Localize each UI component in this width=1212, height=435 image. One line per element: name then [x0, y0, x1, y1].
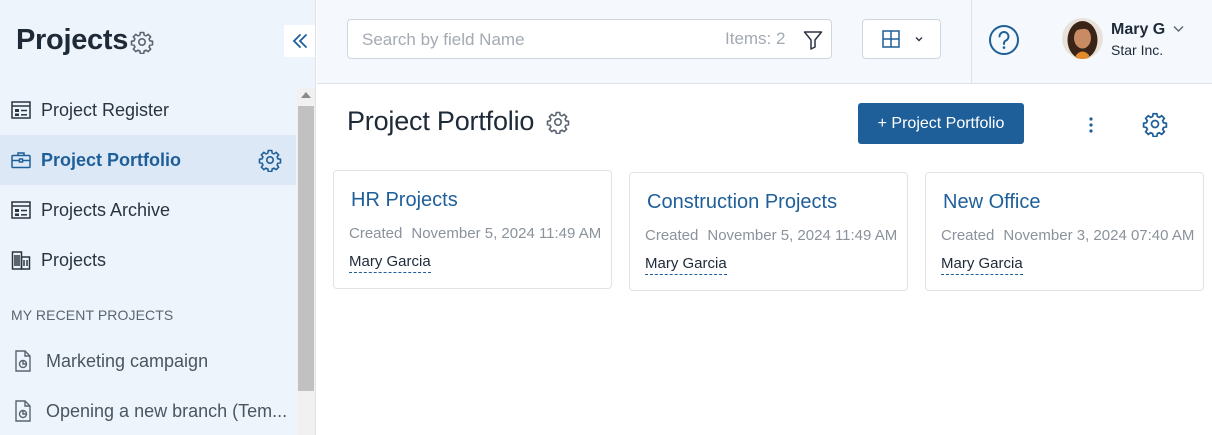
created-label: Created — [645, 227, 699, 244]
chevron-down-icon[interactable] — [1172, 24, 1185, 34]
sidebar: Projects Project Register Project Portfo… — [0, 0, 316, 435]
sidebar-title: Projects — [16, 24, 129, 56]
main-content: Project Portfolio + Project Portfolio HR… — [317, 85, 1212, 435]
page-title: Project Portfolio — [347, 106, 535, 136]
created-date: November 5, 2024 11:49 AM — [411, 225, 602, 242]
card-created: Created November 3, 2024 07:40 AM — [941, 227, 1194, 244]
scrollbar-thumb[interactable] — [298, 106, 314, 391]
view-mode-dropdown[interactable] — [862, 19, 941, 59]
register-icon — [10, 99, 32, 121]
created-label: Created — [941, 227, 995, 244]
card-owner[interactable]: Mary Garcia — [645, 255, 727, 275]
sidebar-item-label: Project Portfolio — [41, 149, 182, 170]
double-chevron-left-icon — [292, 34, 307, 48]
sidebar-item-label: Projects Archive — [41, 199, 171, 220]
card-title[interactable]: New Office — [943, 191, 1040, 214]
register-icon — [10, 199, 32, 221]
card-title[interactable]: Construction Projects — [647, 191, 837, 214]
add-project-portfolio-button[interactable]: + Project Portfolio — [858, 103, 1024, 144]
avatar[interactable] — [1062, 18, 1103, 59]
sidebar-item-projects[interactable]: Projects — [0, 235, 296, 285]
card-created: Created November 5, 2024 11:49 AM — [645, 227, 897, 244]
search-input[interactable] — [362, 29, 702, 51]
top-bar: Items: 2 Mary G Star Inc. — [317, 0, 1212, 84]
gear-icon[interactable] — [546, 110, 570, 134]
created-date: November 3, 2024 07:40 AM — [1003, 227, 1195, 244]
recent-project-label: Opening a new branch (Tem... — [46, 400, 288, 421]
divider — [971, 0, 972, 84]
project-doc-icon — [12, 349, 34, 373]
gear-icon[interactable] — [1142, 111, 1168, 137]
user-company: Star Inc. — [1111, 42, 1164, 58]
filter-icon[interactable] — [802, 29, 824, 51]
gear-icon[interactable] — [258, 148, 282, 172]
sidebar-item-projects-archive[interactable]: Projects Archive — [0, 185, 296, 235]
briefcase-icon — [10, 149, 32, 171]
sidebar-header: Projects — [0, 0, 315, 84]
gear-icon[interactable] — [130, 30, 154, 54]
sidebar-scrollbar[interactable] — [297, 88, 315, 435]
recent-project-item[interactable]: Marketing campaign — [0, 336, 296, 386]
created-date: November 5, 2024 11:49 AM — [707, 227, 898, 244]
user-name[interactable]: Mary G — [1111, 21, 1165, 39]
recent-project-item[interactable]: Opening a new branch (Tem... — [0, 386, 296, 435]
sidebar-item-label: Projects — [41, 249, 107, 270]
project-card[interactable]: Construction Projects Created November 5,… — [629, 172, 908, 291]
help-icon[interactable] — [988, 24, 1020, 56]
recent-projects-heading: MY RECENT PROJECTS — [11, 307, 174, 323]
card-owner[interactable]: Mary Garcia — [941, 255, 1023, 275]
grid-view-icon — [882, 30, 900, 48]
card-created: Created November 5, 2024 11:49 AM — [349, 225, 601, 242]
collapse-sidebar-button[interactable] — [284, 25, 315, 57]
sidebar-item-project-portfolio[interactable]: Project Portfolio — [0, 135, 296, 185]
card-owner[interactable]: Mary Garcia — [349, 253, 431, 273]
sidebar-item-label: Project Register — [41, 99, 170, 120]
created-label: Created — [349, 225, 403, 242]
items-count: Items: 2 — [725, 29, 786, 48]
buildings-icon — [10, 249, 32, 271]
more-options-icon[interactable] — [1081, 115, 1101, 135]
sidebar-nav: Project Register Project Portfolio Proje… — [0, 85, 296, 285]
project-doc-icon — [12, 399, 34, 423]
sidebar-item-project-register[interactable]: Project Register — [0, 85, 296, 135]
project-card[interactable]: HR Projects Created November 5, 2024 11:4… — [333, 170, 612, 289]
search-box: Items: 2 — [347, 19, 832, 59]
project-card[interactable]: New Office Created November 3, 2024 07:40… — [925, 172, 1204, 291]
recent-project-label: Marketing campaign — [46, 350, 209, 371]
card-title[interactable]: HR Projects — [351, 189, 458, 212]
chevron-down-icon — [915, 37, 923, 42]
scroll-up-arrow-icon[interactable] — [301, 92, 311, 98]
